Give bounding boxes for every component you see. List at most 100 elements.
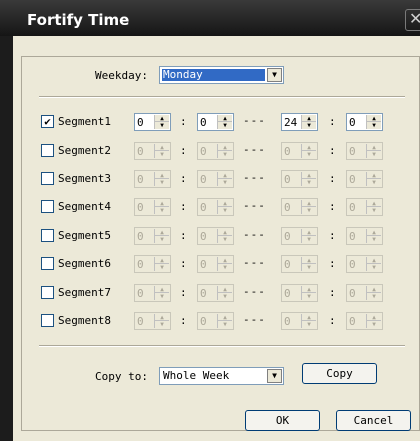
spin-up-icon[interactable]: ▲ [218, 286, 232, 293]
spin-down-icon[interactable]: ▼ [155, 151, 169, 158]
segment-5-checkbox[interactable] [41, 229, 54, 242]
spin-down-icon[interactable]: ▼ [218, 293, 232, 300]
segment-6-checkbox[interactable] [41, 257, 54, 270]
segment-2-end-hour-spinner[interactable]: 0 ▲ ▼ [281, 142, 318, 160]
segment-1-start-minute-spinner[interactable]: 0 ▲ ▼ [197, 113, 234, 131]
segment-8-end-hour-spinner[interactable]: 0 ▲ ▼ [281, 312, 318, 330]
spin-up-icon[interactable]: ▲ [302, 286, 316, 293]
chevron-down-icon[interactable]: ▼ [267, 68, 282, 82]
spin-up-icon[interactable]: ▲ [218, 115, 232, 122]
cancel-button[interactable]: Cancel [336, 410, 411, 431]
spin-down-icon[interactable]: ▼ [218, 122, 232, 129]
spin-down-icon[interactable]: ▼ [367, 264, 381, 271]
spin-up-icon[interactable]: ▲ [302, 115, 316, 122]
spin-down-icon[interactable]: ▼ [218, 179, 232, 186]
spin-up-icon[interactable]: ▲ [367, 257, 381, 264]
spin-down-icon[interactable]: ▼ [367, 207, 381, 214]
spin-down-icon[interactable]: ▼ [302, 236, 316, 243]
copy-to-select[interactable]: Whole Week ▼ [159, 367, 284, 385]
segment-6-end-hour-spinner[interactable]: 0 ▲ ▼ [281, 255, 318, 273]
spin-down-icon[interactable]: ▼ [302, 321, 316, 328]
spin-down-icon[interactable]: ▼ [367, 236, 381, 243]
spin-down-icon[interactable]: ▼ [155, 179, 169, 186]
spin-down-icon[interactable]: ▼ [218, 321, 232, 328]
segment-2-end-minute-spinner[interactable]: 0 ▲ ▼ [346, 142, 383, 160]
segment-6-end-minute-spinner[interactable]: 0 ▲ ▼ [346, 255, 383, 273]
segment-4-start-hour-spinner[interactable]: 0 ▲ ▼ [134, 198, 171, 216]
segment-5-start-hour-spinner[interactable]: 0 ▲ ▼ [134, 227, 171, 245]
segment-6-start-minute-spinner[interactable]: 0 ▲ ▼ [197, 255, 234, 273]
spin-down-icon[interactable]: ▼ [302, 264, 316, 271]
spin-down-icon[interactable]: ▼ [218, 236, 232, 243]
spin-up-icon[interactable]: ▲ [302, 257, 316, 264]
spin-up-icon[interactable]: ▲ [367, 144, 381, 151]
spin-up-icon[interactable]: ▲ [155, 286, 169, 293]
spin-up-icon[interactable]: ▲ [218, 200, 232, 207]
segment-2-start-hour-spinner[interactable]: 0 ▲ ▼ [134, 142, 171, 160]
segment-7-end-hour-spinner[interactable]: 0 ▲ ▼ [281, 284, 318, 302]
spin-down-icon[interactable]: ▼ [302, 122, 316, 129]
spin-up-icon[interactable]: ▲ [367, 172, 381, 179]
spin-up-icon[interactable]: ▲ [302, 200, 316, 207]
spin-up-icon[interactable]: ▲ [302, 144, 316, 151]
segment-1-start-hour-spinner[interactable]: 0 ▲ ▼ [134, 113, 171, 131]
segment-2-start-minute-spinner[interactable]: 0 ▲ ▼ [197, 142, 234, 160]
segment-5-end-hour-spinner[interactable]: 0 ▲ ▼ [281, 227, 318, 245]
spin-up-icon[interactable]: ▲ [155, 144, 169, 151]
spin-up-icon[interactable]: ▲ [302, 172, 316, 179]
segment-3-checkbox[interactable] [41, 172, 54, 185]
spin-up-icon[interactable]: ▲ [367, 314, 381, 321]
ok-button[interactable]: OK [245, 410, 320, 431]
spin-down-icon[interactable]: ▼ [367, 293, 381, 300]
spin-up-icon[interactable]: ▲ [155, 314, 169, 321]
spin-down-icon[interactable]: ▼ [155, 236, 169, 243]
segment-8-checkbox[interactable] [41, 314, 54, 327]
segment-4-start-minute-spinner[interactable]: 0 ▲ ▼ [197, 198, 234, 216]
segment-1-end-minute-spinner[interactable]: 0 ▲ ▼ [346, 113, 383, 131]
segment-3-end-minute-spinner[interactable]: 0 ▲ ▼ [346, 170, 383, 188]
spin-up-icon[interactable]: ▲ [155, 115, 169, 122]
segment-1-checkbox[interactable]: ✔ [41, 115, 54, 128]
close-icon[interactable]: ✕ [405, 9, 420, 31]
spin-up-icon[interactable]: ▲ [302, 314, 316, 321]
spin-down-icon[interactable]: ▼ [367, 321, 381, 328]
spin-down-icon[interactable]: ▼ [155, 122, 169, 129]
segment-2-checkbox[interactable] [41, 144, 54, 157]
spin-down-icon[interactable]: ▼ [155, 264, 169, 271]
spin-down-icon[interactable]: ▼ [218, 151, 232, 158]
segment-8-end-minute-spinner[interactable]: 0 ▲ ▼ [346, 312, 383, 330]
spin-down-icon[interactable]: ▼ [218, 264, 232, 271]
spin-up-icon[interactable]: ▲ [155, 172, 169, 179]
spin-down-icon[interactable]: ▼ [367, 179, 381, 186]
segment-7-start-hour-spinner[interactable]: 0 ▲ ▼ [134, 284, 171, 302]
spin-down-icon[interactable]: ▼ [218, 207, 232, 214]
spin-down-icon[interactable]: ▼ [302, 179, 316, 186]
segment-3-start-hour-spinner[interactable]: 0 ▲ ▼ [134, 170, 171, 188]
segment-8-start-hour-spinner[interactable]: 0 ▲ ▼ [134, 312, 171, 330]
spin-down-icon[interactable]: ▼ [302, 207, 316, 214]
spin-up-icon[interactable]: ▲ [367, 229, 381, 236]
segment-7-checkbox[interactable] [41, 286, 54, 299]
segment-4-end-minute-spinner[interactable]: 0 ▲ ▼ [346, 198, 383, 216]
segment-1-end-hour-spinner[interactable]: 24 ▲ ▼ [281, 113, 318, 131]
spin-down-icon[interactable]: ▼ [155, 293, 169, 300]
segment-7-start-minute-spinner[interactable]: 0 ▲ ▼ [197, 284, 234, 302]
chevron-down-icon[interactable]: ▼ [267, 369, 282, 383]
copy-button[interactable]: Copy [302, 363, 377, 384]
spin-up-icon[interactable]: ▲ [367, 200, 381, 207]
segment-3-start-minute-spinner[interactable]: 0 ▲ ▼ [197, 170, 234, 188]
segment-5-end-minute-spinner[interactable]: 0 ▲ ▼ [346, 227, 383, 245]
spin-up-icon[interactable]: ▲ [218, 144, 232, 151]
spin-up-icon[interactable]: ▲ [367, 115, 381, 122]
spin-down-icon[interactable]: ▼ [155, 207, 169, 214]
spin-up-icon[interactable]: ▲ [367, 286, 381, 293]
spin-down-icon[interactable]: ▼ [367, 122, 381, 129]
spin-down-icon[interactable]: ▼ [155, 321, 169, 328]
segment-7-end-minute-spinner[interactable]: 0 ▲ ▼ [346, 284, 383, 302]
segment-3-end-hour-spinner[interactable]: 0 ▲ ▼ [281, 170, 318, 188]
spin-up-icon[interactable]: ▲ [155, 229, 169, 236]
spin-up-icon[interactable]: ▲ [302, 229, 316, 236]
spin-up-icon[interactable]: ▲ [218, 172, 232, 179]
spin-down-icon[interactable]: ▼ [367, 151, 381, 158]
segment-4-end-hour-spinner[interactable]: 0 ▲ ▼ [281, 198, 318, 216]
